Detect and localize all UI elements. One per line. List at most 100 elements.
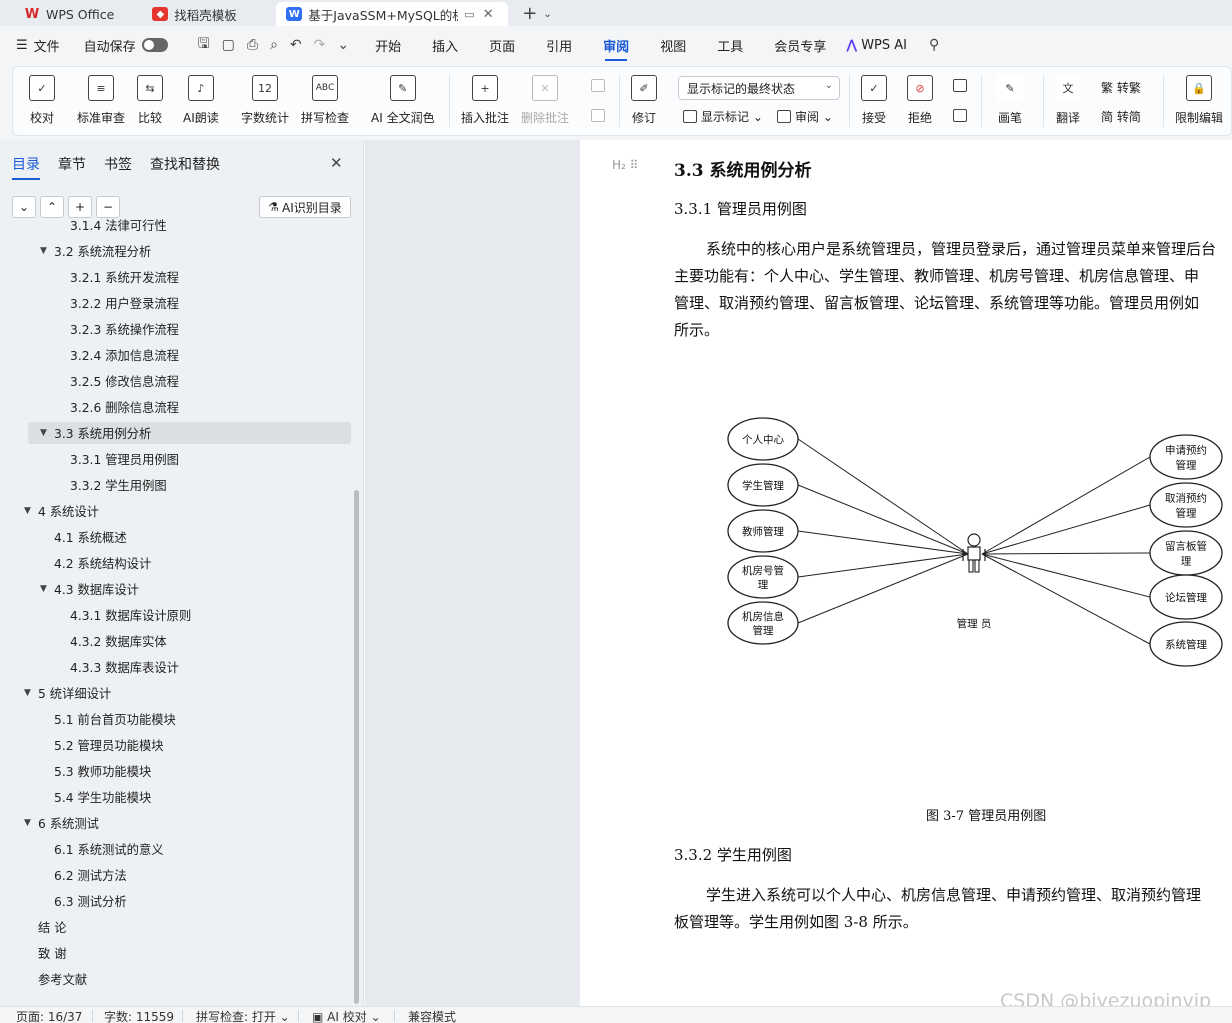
toc-item[interactable]: 3.1.4 法律可行性 bbox=[70, 214, 167, 236]
expand-triangle-icon[interactable]: ▼ bbox=[40, 246, 54, 256]
ai-polish-button[interactable]: ✎ AI 全文润色 bbox=[371, 75, 435, 126]
word-count-status[interactable]: 字数: 11559 bbox=[104, 1008, 174, 1023]
spell-check-button[interactable]: ABC 拼写检查 bbox=[301, 75, 349, 126]
more-chevron-icon[interactable]: ⌄ bbox=[337, 37, 349, 53]
tab-review[interactable]: 审阅 bbox=[603, 36, 629, 61]
page-indicator[interactable]: 页面: 16/37 bbox=[16, 1008, 82, 1023]
heading-level-icon[interactable]: H₂ ⠿ bbox=[612, 158, 638, 172]
redo-icon[interactable]: ↷ bbox=[314, 37, 326, 53]
ai-toc-button[interactable]: ⚗ AI识别目录 bbox=[259, 196, 351, 218]
tab-view[interactable]: 视图 bbox=[660, 36, 686, 55]
toc-item[interactable]: 4.1 系统概述 bbox=[54, 526, 127, 548]
nav-tab-chapters[interactable]: 章节 bbox=[58, 154, 86, 174]
tab-document[interactable]: W 基于JavaSSM+MySQL的机房 ▭ ✕ bbox=[276, 2, 509, 26]
toc-item[interactable]: 3.2.1 系统开发流程 bbox=[70, 266, 179, 288]
nav-tab-bookmarks[interactable]: 书签 bbox=[104, 154, 132, 174]
toc-item[interactable]: 6.2 测试方法 bbox=[54, 864, 127, 886]
collapse-up-icon[interactable]: ⌃ bbox=[40, 196, 64, 218]
toc-item[interactable]: 3.3.2 学生用例图 bbox=[70, 474, 167, 496]
toc-item[interactable]: 4.3.2 数据库实体 bbox=[70, 630, 167, 652]
toc-item[interactable]: 6.1 系统测试的意义 bbox=[54, 838, 164, 860]
word-count-button[interactable]: 12 字数统计 bbox=[241, 75, 289, 126]
undo-icon[interactable]: ↶ bbox=[290, 37, 302, 53]
toggle-switch[interactable] bbox=[141, 38, 168, 52]
close-icon[interactable]: ✕ bbox=[483, 7, 494, 22]
tab-page[interactable]: 页面 bbox=[489, 36, 515, 55]
toc-item[interactable]: 6.3 测试分析 bbox=[54, 890, 127, 912]
proofread-button[interactable]: ✓ 校对 bbox=[29, 75, 55, 126]
tab-member[interactable]: 会员专享 bbox=[774, 36, 826, 55]
tab-tools[interactable]: 工具 bbox=[717, 36, 743, 55]
toc-item[interactable]: 4.3.1 数据库设计原则 bbox=[70, 604, 191, 626]
prev-revision-icon[interactable] bbox=[953, 79, 971, 92]
chevron-down-icon[interactable]: ⌄ bbox=[543, 9, 551, 26]
file-menu[interactable]: ☰ 文件 bbox=[16, 36, 60, 55]
pen-button[interactable]: ✎ 画笔 bbox=[997, 75, 1023, 126]
new-tab-icon[interactable]: + bbox=[512, 3, 543, 26]
tab-template[interactable]: ◆ 找稻壳模板 bbox=[142, 2, 272, 26]
toc-item[interactable]: 3.3.1 管理员用例图 bbox=[70, 448, 179, 470]
delete-comment-button[interactable]: ✕ 删除批注 bbox=[521, 75, 569, 126]
tab-start[interactable]: 开始 bbox=[375, 36, 401, 55]
next-comment-icon[interactable] bbox=[591, 109, 609, 122]
toc-item[interactable]: ▼ 4 系统设计 bbox=[24, 500, 99, 522]
toc-item[interactable]: 4.3.3 数据库表设计 bbox=[70, 656, 179, 678]
review-pane-button[interactable]: 审阅 ⌄ bbox=[777, 108, 833, 125]
nav-scrollbar[interactable] bbox=[354, 490, 359, 1004]
expand-triangle-icon[interactable]: ▼ bbox=[24, 688, 38, 698]
expand-triangle-icon[interactable]: ▼ bbox=[24, 818, 38, 828]
close-icon[interactable]: ✕ bbox=[330, 154, 343, 172]
wps-ai-button[interactable]: ⋀ WPS AI bbox=[846, 38, 907, 53]
toc-item[interactable]: 致 谢 bbox=[38, 942, 67, 964]
translate-button[interactable]: 文翻译 bbox=[1055, 75, 1081, 126]
tab-insert[interactable]: 插入 bbox=[432, 36, 458, 55]
expand-triangle-icon[interactable]: ▼ bbox=[40, 584, 54, 594]
toc-item[interactable]: ▼ 5 统详细设计 bbox=[24, 682, 111, 704]
expand-down-icon[interactable]: ⌄ bbox=[12, 196, 36, 218]
toc-item[interactable]: 5.2 管理员功能模块 bbox=[54, 734, 164, 756]
toc-item[interactable]: 参考文献 bbox=[38, 968, 87, 990]
expand-triangle-icon[interactable]: ▼ bbox=[40, 428, 54, 438]
nav-tab-toc[interactable]: 目录 bbox=[12, 154, 40, 180]
restrict-edit-button[interactable]: 🔒 限制编辑 bbox=[1175, 75, 1223, 126]
toc-item[interactable]: ▼ 4.3 数据库设计 bbox=[40, 578, 139, 600]
tab-wps-office[interactable]: W WPS Office bbox=[14, 2, 124, 26]
export-icon[interactable]: ▢ bbox=[222, 37, 235, 53]
save-icon[interactable]: 🖫 bbox=[198, 33, 210, 57]
display-mode-select[interactable]: 显示标记的最终状态 ⌄ bbox=[678, 76, 840, 100]
show-marks-button[interactable]: 显示标记 ⌄ bbox=[683, 108, 763, 125]
to-traditional-button[interactable]: 繁 转繁 bbox=[1101, 79, 1141, 96]
toc-item[interactable]: ▼ 6 系统测试 bbox=[24, 812, 99, 834]
accept-button[interactable]: ✓ 接受 bbox=[861, 75, 887, 126]
toc-item[interactable]: 结 论 bbox=[38, 916, 67, 938]
compare-button[interactable]: ⇆ 比较 bbox=[137, 75, 163, 126]
ai-proof-status[interactable]: ▣ AI 校对 ⌄ bbox=[312, 1008, 381, 1023]
reject-button[interactable]: ⊘ 拒绝 bbox=[907, 75, 933, 126]
toc-item[interactable]: 3.2.5 修改信息流程 bbox=[70, 370, 179, 392]
toc-item[interactable]: 3.2.3 系统操作流程 bbox=[70, 318, 179, 340]
next-revision-icon[interactable] bbox=[953, 109, 971, 122]
print-preview-icon[interactable]: ⌕ bbox=[270, 37, 278, 53]
toc-item[interactable]: 3.2.4 添加信息流程 bbox=[70, 344, 179, 366]
revise-button[interactable]: ✐ 修订 bbox=[631, 75, 657, 126]
insert-comment-button[interactable]: + 插入批注 bbox=[461, 75, 509, 126]
to-simplified-button[interactable]: 简 转简 bbox=[1101, 108, 1141, 125]
prev-comment-icon[interactable] bbox=[591, 79, 609, 92]
toc-item[interactable]: 3.2.2 用户登录流程 bbox=[70, 292, 179, 314]
toc-item[interactable]: ▼ 3.2 系统流程分析 bbox=[40, 240, 151, 262]
spell-check-status[interactable]: 拼写检查: 打开 ⌄ bbox=[196, 1008, 290, 1023]
tab-reference[interactable]: 引用 bbox=[546, 36, 572, 55]
toc-item[interactable]: 5.3 教师功能模块 bbox=[54, 760, 151, 782]
expand-triangle-icon[interactable]: ▼ bbox=[24, 506, 38, 516]
nav-tab-find-replace[interactable]: 查找和替换 bbox=[150, 154, 220, 174]
autosave-toggle[interactable]: 自动保存 bbox=[84, 36, 184, 55]
standard-review-button[interactable]: ≡ 标准审查 bbox=[77, 75, 125, 126]
toc-item[interactable]: 4.2 系统结构设计 bbox=[54, 552, 151, 574]
toc-item[interactable]: 3.2.6 删除信息流程 bbox=[70, 396, 179, 418]
monitor-icon[interactable]: ▭ bbox=[464, 8, 474, 21]
toc-item[interactable]: ▼ 3.3 系统用例分析 bbox=[40, 422, 151, 444]
print-icon[interactable]: ⎙ bbox=[247, 37, 258, 53]
toc-item[interactable]: 5.1 前台首页功能模块 bbox=[54, 708, 176, 730]
search-icon[interactable]: ⚲ bbox=[929, 37, 939, 53]
ai-read-button[interactable]: ♪ AI朗读 bbox=[183, 75, 219, 126]
